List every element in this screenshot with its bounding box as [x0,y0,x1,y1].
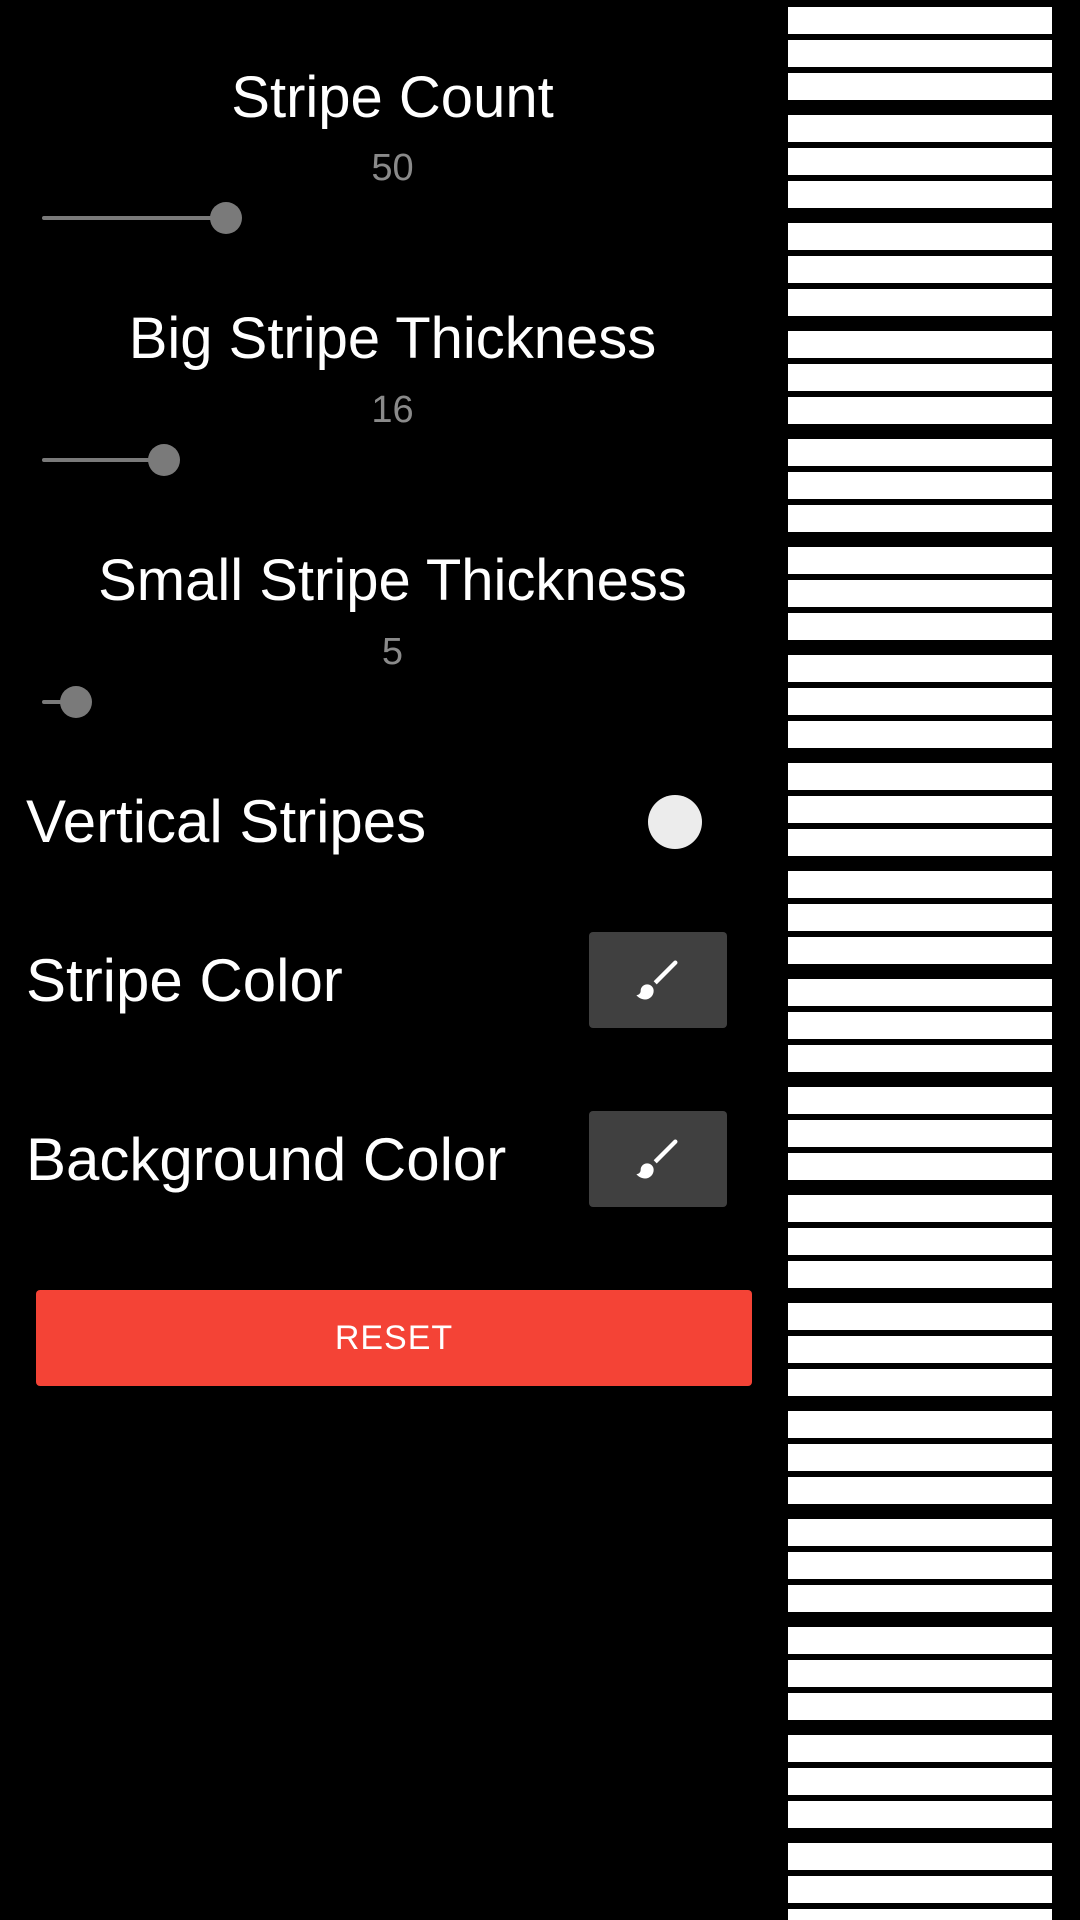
stripe [788,580,1052,607]
big-stripe-thickness-slider[interactable] [42,440,742,480]
stripe [788,1444,1052,1471]
slider-track [42,216,226,220]
stripe [788,439,1052,466]
stripe [788,688,1052,715]
stripe-color-button[interactable] [589,932,727,1028]
stripe [788,1735,1052,1762]
stripe [788,1768,1052,1795]
slider-thumb[interactable] [148,444,180,476]
stripe [788,1660,1052,1687]
stripe [788,1843,1052,1870]
stripe [788,613,1052,640]
reset-button[interactable]: RESET [36,1290,752,1386]
vertical-stripes-label: Vertical Stripes [26,788,427,855]
stripe [788,1411,1052,1438]
stripe [788,721,1052,748]
stripe [788,655,1052,682]
stripe [788,871,1052,898]
stripe [788,1336,1052,1363]
stripe [788,505,1052,532]
stripe [788,1153,1052,1180]
slider-thumb[interactable] [210,202,242,234]
stripe [788,1909,1052,1920]
paintbrush-icon [636,1139,678,1179]
settings-panel: Stripe Count 50 Big Stripe Thickness 16 … [0,0,785,1920]
stripe [788,73,1052,100]
stripe [788,763,1052,790]
stripe [788,397,1052,424]
stripe-preview [788,0,1052,1920]
stripe [788,1120,1052,1147]
stripe [788,181,1052,208]
background-color-label: Background Color [26,1126,507,1193]
stripe-color-label: Stripe Color [26,947,343,1014]
background-color-button[interactable] [589,1111,727,1207]
stripe-count-title: Stripe Count [231,65,554,130]
paintbrush-icon [636,960,678,1000]
stripe [788,1552,1052,1579]
stripe [788,796,1052,823]
stripe [788,289,1052,316]
stripe [788,1477,1052,1504]
stripe [788,979,1052,1006]
stripe [788,115,1052,142]
stripe [788,364,1052,391]
slider-thumb[interactable] [60,686,92,718]
stripe [788,40,1052,67]
big-stripe-thickness-title: Big Stripe Thickness [128,306,657,371]
stripe [788,148,1052,175]
big-stripe-thickness-value: 16 [371,389,414,431]
stripe [788,472,1052,499]
stripe [788,1801,1052,1828]
stripe [788,1228,1052,1255]
stripe [788,547,1052,574]
stripe [788,829,1052,856]
small-stripe-thickness-slider[interactable] [42,682,742,722]
stripe [788,256,1052,283]
stripe [788,1261,1052,1288]
stripe [788,223,1052,250]
stripe [788,937,1052,964]
stripe [788,1693,1052,1720]
vertical-stripes-switch[interactable] [648,795,702,849]
stripe [788,1195,1052,1222]
stripe [788,1303,1052,1330]
stripe [788,904,1052,931]
stripe [788,1519,1052,1546]
stripe [788,1045,1052,1072]
stripe [788,1627,1052,1654]
stripe [788,1012,1052,1039]
stripe [788,1585,1052,1612]
slider-track [42,458,164,462]
stripe [788,331,1052,358]
stripe [788,7,1052,34]
stripe [788,1876,1052,1903]
stripe-count-value: 50 [371,147,414,189]
stripe [788,1087,1052,1114]
small-stripe-thickness-title: Small Stripe Thickness [98,548,687,613]
stripe [788,1369,1052,1396]
stripe-count-slider[interactable] [42,198,742,238]
small-stripe-thickness-value: 5 [381,631,404,673]
